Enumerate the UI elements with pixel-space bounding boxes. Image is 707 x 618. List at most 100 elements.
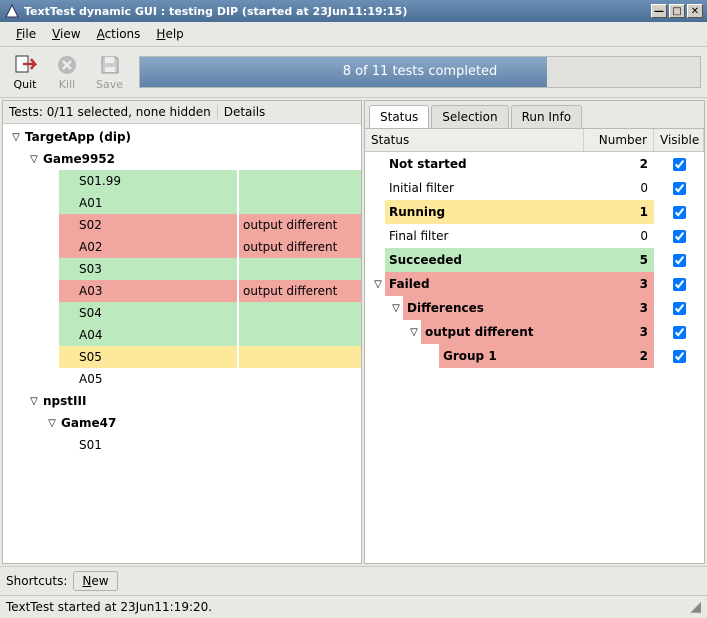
chevron-down-icon[interactable]: ▽ (27, 154, 41, 165)
menu-actions[interactable]: Actions (89, 25, 149, 43)
status-visible[interactable] (654, 206, 704, 219)
tests-summary: Tests: 0/11 selected, none hidden (9, 105, 211, 119)
status-row[interactable]: ▽Failed3 (365, 272, 704, 296)
tree-test[interactable]: A02 (59, 236, 237, 258)
status-row[interactable]: Initial filter0 (365, 176, 704, 200)
tree-test[interactable]: S04 (59, 302, 237, 324)
status-label[interactable]: output different (421, 320, 588, 344)
tree-test[interactable]: S01.99 (59, 170, 237, 192)
resize-grip-icon[interactable]: ◢ (690, 599, 701, 615)
new-shortcut-button[interactable]: New (73, 571, 117, 591)
status-row[interactable]: Running1 (365, 200, 704, 224)
chevron-down-icon[interactable]: ▽ (371, 279, 385, 290)
status-label[interactable]: Failed (385, 272, 588, 296)
status-visible[interactable] (654, 326, 704, 339)
visible-checkbox[interactable] (673, 350, 686, 363)
kill-icon (55, 53, 79, 77)
tree-test-detail (237, 324, 361, 346)
menu-help[interactable]: Help (148, 25, 191, 43)
tree-test[interactable]: A04 (59, 324, 237, 346)
tree-root[interactable]: TargetApp (dip) (23, 126, 361, 148)
toolbar: Quit Kill Save 8 of 11 tests completed (0, 47, 707, 98)
menu-file[interactable]: File (8, 25, 44, 43)
visible-checkbox[interactable] (673, 278, 686, 291)
visible-checkbox[interactable] (673, 254, 686, 267)
chevron-down-icon[interactable]: ▽ (45, 418, 59, 429)
tree-test-row[interactable]: S04 (3, 302, 361, 324)
window-title: TextTest dynamic GUI : testing DIP (star… (24, 5, 649, 18)
quit-button[interactable]: Quit (6, 51, 44, 93)
col-number[interactable]: Number (584, 129, 654, 151)
status-label[interactable]: Not started (385, 152, 588, 176)
tab-selection[interactable]: Selection (431, 105, 508, 128)
tree-test-detail: output different (237, 214, 361, 236)
visible-checkbox[interactable] (673, 230, 686, 243)
status-row[interactable]: Group 12 (365, 344, 704, 368)
tab-status[interactable]: Status (369, 105, 429, 128)
tree-test-detail (237, 170, 361, 192)
tree-test[interactable]: S01 (77, 434, 361, 456)
status-label[interactable]: Final filter (385, 224, 588, 248)
status-visible[interactable] (654, 278, 704, 291)
tree-test-row[interactable]: S03 (3, 258, 361, 280)
tree-test-detail (237, 258, 361, 280)
status-number: 0 (588, 224, 654, 248)
tree-test-row[interactable]: S05 (3, 346, 361, 368)
chevron-down-icon[interactable]: ▽ (9, 132, 23, 143)
status-visible[interactable] (654, 302, 704, 315)
tree-test[interactable]: A03 (59, 280, 237, 302)
visible-checkbox[interactable] (673, 182, 686, 195)
tree-test-row[interactable]: A02output different (3, 236, 361, 258)
tree-test[interactable]: S02 (59, 214, 237, 236)
status-visible[interactable] (654, 230, 704, 243)
status-row[interactable]: Not started2 (365, 152, 704, 176)
tree-suite[interactable]: Game47 (59, 412, 361, 434)
visible-checkbox[interactable] (673, 302, 686, 315)
tab-runinfo[interactable]: Run Info (511, 105, 583, 128)
status-visible[interactable] (654, 350, 704, 363)
tabs: Status Selection Run Info (365, 101, 704, 129)
status-row[interactable]: ▽Differences3 (365, 296, 704, 320)
test-tree[interactable]: ▽ TargetApp (dip) ▽ Game9952 S01.99A01S0… (3, 124, 361, 563)
save-button: Save (90, 51, 129, 93)
chevron-down-icon[interactable]: ▽ (389, 303, 403, 314)
status-label[interactable]: Differences (403, 296, 588, 320)
tree-test-row[interactable]: A01 (3, 192, 361, 214)
visible-checkbox[interactable] (673, 326, 686, 339)
col-status[interactable]: Status (365, 129, 584, 151)
close-button[interactable]: ✕ (687, 4, 703, 18)
status-number: 3 (588, 296, 654, 320)
visible-checkbox[interactable] (673, 158, 686, 171)
status-label[interactable]: Initial filter (385, 176, 588, 200)
chevron-down-icon[interactable]: ▽ (407, 327, 421, 338)
status-visible[interactable] (654, 254, 704, 267)
tree-test-row[interactable]: A05 (3, 368, 361, 390)
status-tree[interactable]: Not started2Initial filter0Running1Final… (365, 152, 704, 563)
tree-test[interactable]: S05 (59, 346, 237, 368)
status-visible[interactable] (654, 182, 704, 195)
tree-test-row[interactable]: A04 (3, 324, 361, 346)
minimize-button[interactable]: — (651, 4, 667, 18)
tree-test-row[interactable]: S01.99 (3, 170, 361, 192)
visible-checkbox[interactable] (673, 206, 686, 219)
tree-test[interactable]: A01 (59, 192, 237, 214)
tree-suite[interactable]: npstIII (41, 390, 361, 412)
tree-test-detail (237, 302, 361, 324)
status-visible[interactable] (654, 158, 704, 171)
tree-test-row[interactable]: A03output different (3, 280, 361, 302)
status-row[interactable]: Succeeded5 (365, 248, 704, 272)
tree-suite[interactable]: Game9952 (41, 148, 361, 170)
save-label: Save (96, 78, 123, 91)
col-visible[interactable]: Visible (654, 129, 704, 151)
tree-test-row[interactable]: S02output different (3, 214, 361, 236)
menu-view[interactable]: View (44, 25, 88, 43)
status-label[interactable]: Succeeded (385, 248, 588, 272)
status-label[interactable]: Group 1 (439, 344, 588, 368)
maximize-button[interactable]: □ (669, 4, 685, 18)
chevron-down-icon[interactable]: ▽ (27, 396, 41, 407)
tree-test[interactable]: S03 (59, 258, 237, 280)
tree-test[interactable]: A05 (59, 368, 237, 390)
status-row[interactable]: ▽output different3 (365, 320, 704, 344)
status-row[interactable]: Final filter0 (365, 224, 704, 248)
status-label[interactable]: Running (385, 200, 588, 224)
